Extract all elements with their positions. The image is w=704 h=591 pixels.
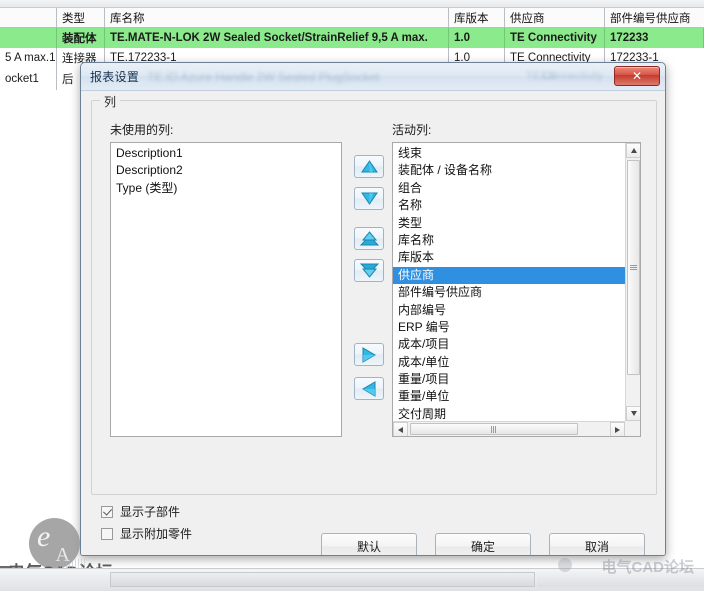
move-bottom-button[interactable] [354,259,384,282]
table-header-cell[interactable]: 部件编号供应商 [605,8,704,27]
table-cell: TE Connectivity [505,28,605,48]
table-cell [0,28,57,48]
show-accessories-label: 显示附加零件 [120,527,193,541]
columns-groupbox: 列 未使用的列: 活动列: Description1 Description2 Ty… [91,93,657,495]
active-column-item[interactable]: 线束 [393,145,625,162]
table-toolbar-strip [0,0,704,8]
dialog-title-ghost-text: TE.ID Azure Handle 2W Sealed PlugSocket [147,69,380,84]
triangle-right-icon [362,346,376,363]
table-cell: ocket1 [0,68,57,90]
table-header-row: 类型 库名称 库版本 供应商 部件编号供应商 [0,8,704,28]
horizontal-scroll-thumb[interactable] [410,423,578,435]
active-column-item-selected[interactable]: 供应商 [393,266,625,285]
checkbox-icon[interactable] [101,527,113,540]
unused-column-item[interactable]: Type (类型) [111,180,341,197]
watermark-text-right: 电气CAD论坛 [601,559,695,576]
active-columns-listbox[interactable]: 线束 装配体 / 设备名称 组合 名称 类型 库名称 库版本 供应商 部件编号供应商 内部编号 ER… [392,142,641,437]
table-header-cell[interactable]: 供应商 [505,8,605,27]
active-column-item[interactable]: 装配体 / 设备名称 [393,162,625,179]
vertical-scroll-thumb[interactable] [627,160,640,375]
remove-column-button[interactable] [354,377,384,400]
move-up-button[interactable] [354,155,384,178]
triangle-up-stacked-icon [359,231,379,246]
columns-groupbox-title: 列 [100,93,121,110]
scroll-right-icon[interactable] [610,422,625,436]
unused-columns-listbox[interactable]: Description1 Description2 Type (类型) [110,142,342,437]
unused-columns-label: 未使用的列: [110,123,174,137]
screen: 类型 库名称 库版本 供应商 部件编号供应商 装配体 TE.MATE-N-LOK… [0,0,704,591]
active-column-item[interactable]: 成本/项目 [393,336,625,353]
table-header-cell[interactable]: 库名称 [105,8,449,27]
unused-column-item[interactable]: Description2 [111,162,341,179]
show-accessories-checkbox-row[interactable]: 显示附加零件 [101,525,192,542]
table-cell: 装配体 [57,28,105,48]
add-column-button[interactable] [354,343,384,366]
dialog-title-ghost-supplier: TE Connectivity [525,70,603,82]
grip-icon [491,425,497,433]
table-header-cell[interactable]: 类型 [57,8,105,27]
close-icon[interactable]: ✕ [614,66,660,86]
ok-button[interactable]: 确定 [435,533,531,555]
scroll-down-icon[interactable] [626,406,640,421]
app-status-bar [0,568,704,591]
move-down-button[interactable] [354,187,384,210]
scroll-left-icon[interactable] [393,422,408,436]
active-column-item[interactable]: 名称 [393,197,625,214]
table-cell: 5 A max.1 [0,48,57,68]
status-bar-field [110,572,535,587]
active-column-item[interactable]: 库名称 [393,232,625,249]
move-top-button[interactable] [354,227,384,250]
active-columns-horizontal-scrollbar[interactable] [393,421,625,436]
active-column-item[interactable]: ERP 编号 [393,319,625,336]
cancel-button[interactable]: 取消 [549,533,645,555]
logo-letter-e: e [37,520,51,553]
triangle-down-icon [360,192,378,205]
active-column-item[interactable]: 部件编号供应商 [393,284,625,301]
triangle-down-stacked-icon [359,263,379,278]
active-column-item[interactable]: 成本/单位 [393,354,625,371]
default-button[interactable]: 默认 [321,533,417,555]
table-cell: 172233 [605,28,704,48]
active-column-item[interactable]: 内部编号 [393,302,625,319]
unused-columns-list-inner: Description1 Description2 Type (类型) [111,143,341,436]
show-subparts-checkbox-row[interactable]: 显示子部件 [101,503,180,520]
table-cell: 1.0 [449,28,505,48]
checkbox-icon[interactable] [101,505,113,518]
triangle-left-icon [362,380,376,397]
active-columns-label: 活动列: [392,123,432,137]
active-column-item[interactable]: 库版本 [393,249,625,266]
show-subparts-label: 显示子部件 [120,505,181,519]
table-header-cell[interactable] [0,8,57,27]
active-column-item[interactable]: 组合 [393,180,625,197]
table-row[interactable]: 装配体 TE.MATE-N-LOK 2W Sealed Socket/Strai… [0,28,704,48]
triangle-up-icon [360,160,378,173]
dialog-titlebar[interactable]: 报表设置 TE.ID Azure Handle 2W Sealed PlugSo… [81,63,665,91]
active-column-item[interactable]: 重量/项目 [393,371,625,388]
scroll-up-icon[interactable] [626,143,640,158]
table-header-cell[interactable]: 库版本 [449,8,505,27]
active-column-item[interactable]: 类型 [393,215,625,232]
active-columns-vertical-scrollbar[interactable] [625,143,640,421]
unused-column-item[interactable]: Description1 [111,145,341,162]
grip-icon [630,264,637,271]
dialog-title: 报表设置 [90,70,140,84]
dialog-body: 列 未使用的列: 活动列: Description1 Description2 Ty… [81,91,665,555]
scrollbar-corner [625,421,640,436]
watermark-right-icon [558,558,572,572]
active-column-item[interactable]: 重量/单位 [393,388,625,405]
report-settings-dialog: 报表设置 TE.ID Azure Handle 2W Sealed PlugSo… [80,62,666,556]
active-columns-list-inner: 线束 装配体 / 设备名称 组合 名称 类型 库名称 库版本 供应商 部件编号供应商 内部编号 ER… [393,143,625,421]
table-cell: TE.MATE-N-LOK 2W Sealed Socket/StrainRel… [105,28,449,48]
